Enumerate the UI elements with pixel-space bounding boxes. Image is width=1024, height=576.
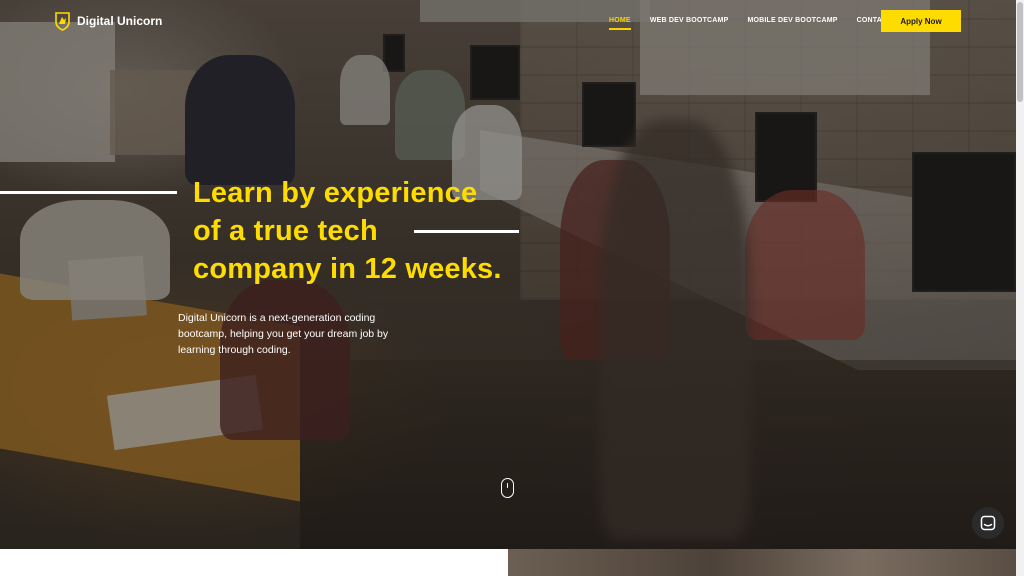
brand-name: Digital Unicorn [77, 14, 163, 28]
apply-now-button[interactable]: Apply Now [881, 10, 961, 32]
main-nav: HOME WEB DEV BOOTCAMP MOBILE DEV BOOTCAM… [609, 17, 897, 30]
hero-overlay [0, 0, 1016, 549]
mouse-scroll-icon[interactable] [501, 478, 514, 498]
nav-item-web-dev-bootcamp[interactable]: WEB DEV BOOTCAMP [650, 17, 729, 24]
headline-line: of a true tech [193, 215, 378, 247]
nav-item-home[interactable]: HOME [609, 17, 631, 30]
hero-headline: Learn by experience of a true tech compa… [193, 174, 502, 288]
hero-subtext: Digital Unicorn is a next-generation cod… [178, 312, 389, 356]
headline-line: company in 12 weeks. [193, 253, 502, 285]
chat-launcher-button[interactable] [972, 507, 1004, 539]
page-scrollbar[interactable] [1016, 0, 1024, 576]
nav-item-mobile-dev-bootcamp[interactable]: MOBILE DEV BOOTCAMP [747, 17, 837, 24]
chat-bubble-icon [980, 515, 996, 531]
scrollbar-thumb[interactable] [1017, 2, 1023, 102]
decorative-line [0, 191, 177, 194]
next-section-image [508, 549, 1016, 576]
next-section-left [0, 549, 508, 576]
unicorn-shield-icon [55, 12, 70, 31]
brand-link[interactable]: Digital Unicorn [54, 11, 162, 31]
hero-section: Digital Unicorn HOME WEB DEV BOOTCAMP MO… [0, 0, 1016, 549]
headline-line: Learn by experience [193, 177, 478, 209]
